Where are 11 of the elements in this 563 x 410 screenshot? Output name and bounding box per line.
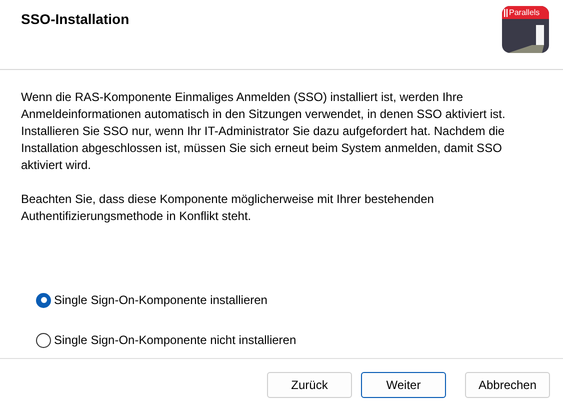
radio-button[interactable]: [36, 332, 51, 348]
radio-option[interactable]: Single Sign-On-Komponente installieren: [36, 291, 268, 309]
description-text: Beachten Sie, dass diese Komponente möglicherweise mit Ihrer bestehenden Authentifizierungsmethode in Konflikt steht.: [21, 191, 435, 225]
window-title: SSO-Installation: [21, 10, 130, 29]
description-text: Wenn die RAS-Komponente Einmaliges Anmelden (SSO) installiert ist, werden Ihre Anmeldeinformationen automatisch in den Sitzungen verwendet, in denen SSO aktiviert ist. Installieren Sie SSO nur, wenn Ihr IT-Administrator Sie dazu aufgefordert hat. Nachdem die Installation abgeschlossen ist, müssen Sie sich erneut beim System anmelden, damit SSO aktiviert wird.: [21, 89, 506, 174]
dialog-button[interactable]: Zurück: [267, 372, 352, 398]
dialog-button[interactable]: Weiter: [361, 372, 446, 398]
radio-option[interactable]: Single Sign-On-Komponente nicht installieren: [36, 331, 296, 349]
dialog-button[interactable]: Abbrechen: [465, 372, 550, 398]
app-logo: Parallels: [502, 6, 549, 53]
radio-button[interactable]: [36, 292, 51, 308]
